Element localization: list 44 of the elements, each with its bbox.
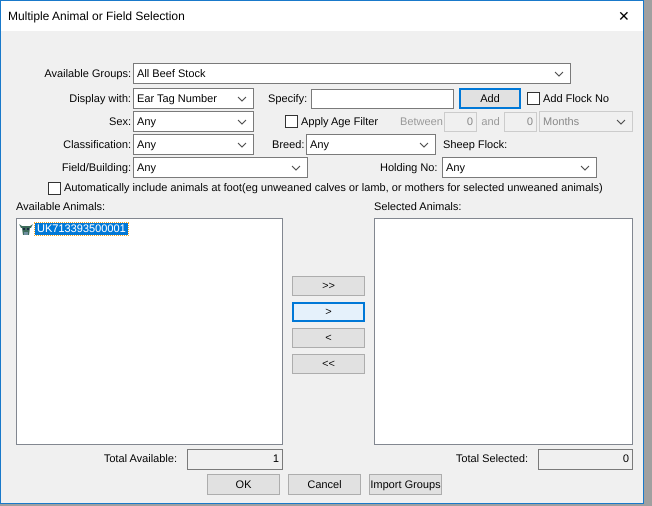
checkbox-label: Automatically include animals at foot(eg unweaned calves or lamb, or mothers for selected unweaned animals) [64, 182, 603, 194]
field-label: Classification: [62, 138, 132, 150]
close-button[interactable]: ✕ [609, 8, 639, 24]
animal-list-item[interactable]: UK713393500001 [35, 223, 128, 235]
add-button[interactable]: Add [459, 88, 521, 109]
transfer-button[interactable]: << [292, 354, 365, 374]
dropdown[interactable]: Any [306, 134, 436, 155]
dropdown[interactable]: Any [133, 134, 254, 155]
list-label: Available Animals: [16, 201, 106, 213]
checkbox[interactable] [285, 115, 298, 128]
window-title: Multiple Animal or Field Selection [7, 9, 185, 23]
list-label: Selected Animals: [374, 201, 462, 213]
field-label: Display with: [68, 92, 132, 104]
total-field: 1 [187, 448, 283, 470]
field-label: Holding No: [380, 162, 436, 174]
dialog-button[interactable]: OK [207, 474, 280, 495]
transfer-button[interactable]: >> [292, 276, 365, 296]
field-label: and [480, 116, 501, 128]
total-label: Total Available: [102, 453, 177, 465]
dropdown[interactable]: All Beef Stock [133, 63, 571, 84]
total-label: Total Selected: [454, 453, 528, 465]
input-field[interactable] [311, 88, 454, 108]
checkbox[interactable] [527, 92, 540, 105]
field-label: Sheep Flock: [443, 138, 508, 150]
field-label: Between [400, 116, 444, 128]
transfer-button[interactable]: > [292, 302, 365, 322]
dropdown[interactable]: Any [442, 157, 597, 178]
total-field: 0 [538, 448, 633, 470]
dropdown[interactable]: Ear Tag Number [133, 88, 254, 109]
field-label: Field/Building: [60, 162, 132, 174]
dropdown[interactable]: Any [133, 111, 254, 132]
dialog-button[interactable]: Import Groups [369, 474, 442, 495]
animal-list[interactable]: UK713393500001 [16, 218, 283, 445]
transfer-button[interactable]: < [292, 328, 365, 348]
dropdown[interactable]: Any [133, 157, 308, 178]
dialog-button[interactable]: Cancel [288, 474, 361, 495]
field-label: Available Groups: [43, 68, 132, 80]
field-label: Breed: [272, 138, 306, 150]
field-label: Specify: [268, 92, 306, 104]
cow-icon [19, 222, 33, 236]
checkbox-label: Add Flock No [543, 92, 610, 104]
checkbox[interactable] [48, 182, 61, 194]
field-label: Sex: [108, 116, 132, 128]
checkbox-label: Apply Age Filter [301, 116, 378, 128]
